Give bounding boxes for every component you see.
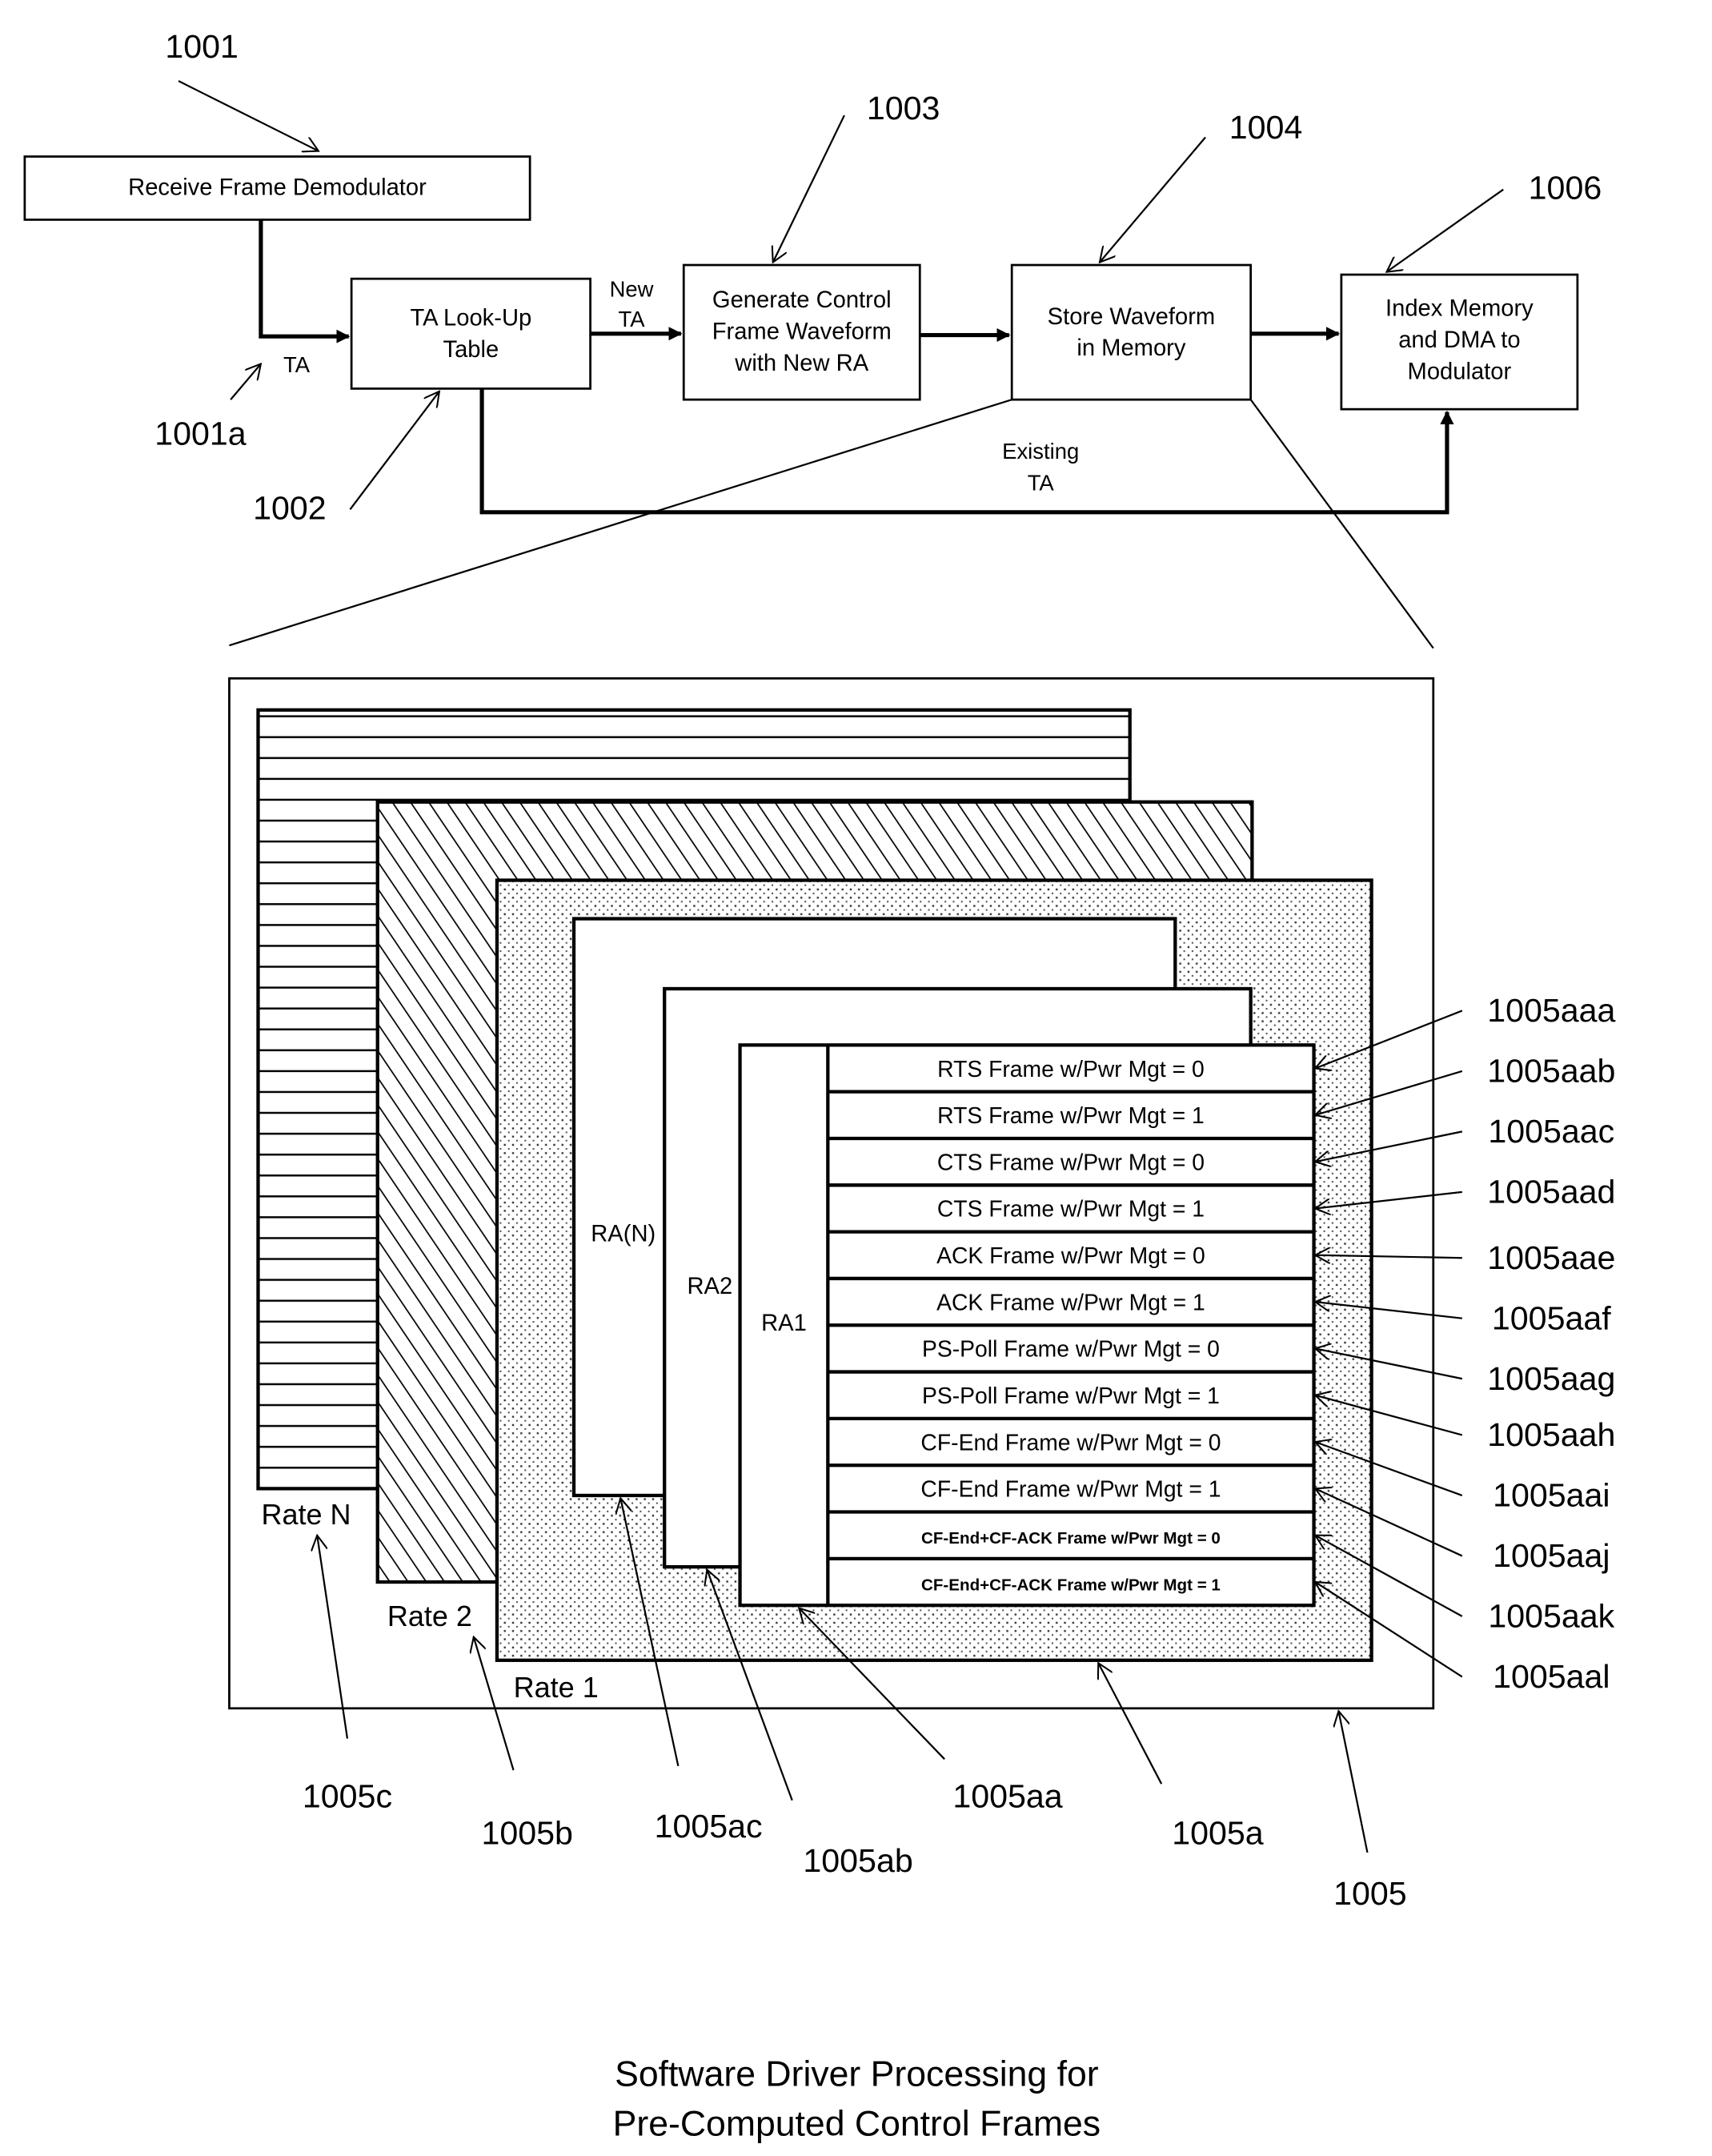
frame-row-label: RTS Frame w/Pwr Mgt = 1 [937,1102,1205,1128]
ref-1005aa: 1005aa [952,1777,1062,1814]
ref-1004: 1004 [1229,109,1303,146]
figure-caption-line-1: Software Driver Processing for [615,2055,1099,2094]
frame-row-label: CTS Frame w/Pwr Mgt = 0 [937,1149,1205,1174]
frame-row: RTS Frame w/Pwr Mgt = 0 [937,1056,1205,1082]
block-label: in Memory [1077,335,1186,361]
frame-row-label: RTS Frame w/Pwr Mgt = 0 [937,1056,1205,1082]
expansion-line-right [1249,399,1434,649]
figure-caption-line-2: Pre-Computed Control Frames [613,2104,1101,2143]
frame-row-label: CF-End Frame w/Pwr Mgt = 1 [920,1476,1221,1502]
connector-existing-ta [479,388,1454,515]
block-label: with New RA [734,351,868,376]
ref-1005a: 1005a [1172,1815,1264,1852]
rate-2-label: Rate 2 [387,1600,472,1632]
ra-n-label: RA(N) [591,1222,656,1247]
ref-label: 1005aae [1487,1239,1615,1276]
ref-label: 1005aag [1487,1360,1615,1397]
ref-1005: 1005 [1333,1875,1407,1912]
block-label: Modulator [1408,359,1512,384]
block-label: Receive Frame Demodulator [128,175,427,201]
ref-1003: 1003 [867,90,940,126]
block-store-waveform: Store Waveform in Memory [1010,263,1253,401]
block-index-memory-dma: Index Memory and DMA to Modulator [1340,273,1579,411]
ra-2-label: RA2 [687,1274,732,1299]
ref-1001a: 1001a [154,416,247,452]
frame-row-label: CF-End+CF-ACK Frame w/Pwr Mgt = 0 [921,1529,1221,1548]
ref-label: 1005aad [1487,1174,1615,1210]
edge-label-new-ta: New [610,276,654,301]
ref-1005ab: 1005ab [803,1842,912,1879]
block-generate-control-frame: Generate Control Frame Waveform with New… [682,263,921,401]
block-label: Frame Waveform [712,319,892,345]
block-label: and DMA to [1398,327,1520,353]
block-label: Store Waveform [1048,304,1216,330]
ref-label: 1005aak [1488,1598,1614,1635]
frame-row-label: ACK Frame w/Pwr Mgt = 1 [936,1289,1205,1315]
frame-row-label: CF-End Frame w/Pwr Mgt = 0 [920,1429,1221,1455]
frame-row-label: CF-End+CF-ACK Frame w/Pwr Mgt = 1 [921,1576,1221,1594]
ref-label: 1005aaa [1487,992,1615,1029]
edge-label-new-ta: TA [619,307,646,331]
ref-label: 1005aac [1488,1113,1614,1150]
ref-1001: 1001 [165,28,239,65]
ref-1005ac: 1005ac [655,1808,763,1845]
ref-label: 1005aaj [1493,1537,1610,1574]
block-ta-lookup-table: TA Look-Up Table [350,277,591,390]
frame-row-label: CTS Frame w/Pwr Mgt = 1 [937,1196,1205,1222]
ref-1005b: 1005b [481,1815,572,1852]
frame-row-label: PS-Poll Frame w/Pwr Mgt = 1 [922,1383,1220,1408]
block-label: Index Memory [1385,295,1534,321]
diagram-canvas: Receive Frame Demodulator TA Look-Up Tab… [23,28,1616,2143]
ref-label: 1005aal [1493,1658,1610,1695]
connector-demod-to-lookup [259,219,351,343]
ref-1005c: 1005c [303,1777,392,1814]
ref-label: 1005aab [1487,1053,1615,1090]
frame-row-label: ACK Frame w/Pwr Mgt = 0 [936,1243,1205,1268]
rate-n-label: Rate N [261,1498,351,1531]
ref-label: 1005aah [1487,1416,1615,1453]
edge-label-existing-ta: TA [1028,470,1055,495]
frame-row-label: PS-Poll Frame w/Pwr Mgt = 0 [922,1336,1220,1362]
block-label: Table [443,337,499,363]
block-receive-frame-demodulator: Receive Frame Demodulator [23,155,531,221]
expansion-line-left [229,399,1012,647]
ref-label: 1005aai [1493,1477,1610,1514]
edge-label-existing-ta: Existing [1002,439,1079,464]
block-label: TA Look-Up [410,306,531,331]
rate-1-label: Rate 1 [514,1671,599,1704]
block-label: Generate Control [712,287,892,313]
ref-label: 1005aaf [1492,1299,1611,1336]
ra-1-label: RA1 [761,1311,807,1336]
ref-1002: 1002 [253,489,327,526]
edge-label-ta: TA [283,352,311,377]
ref-1006: 1006 [1529,170,1602,207]
